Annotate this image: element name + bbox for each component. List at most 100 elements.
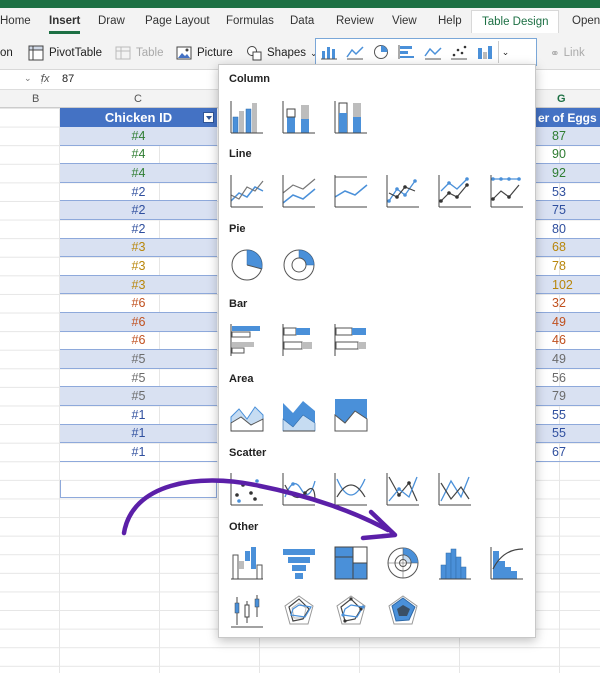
scatter-smooth-icon[interactable] <box>331 469 371 509</box>
stacked-line-markers-icon[interactable] <box>435 171 475 211</box>
stock-icon[interactable] <box>227 591 267 631</box>
table-cell-chicken-id[interactable]: #5 <box>60 369 217 388</box>
table-cell-eggs[interactable]: 80 <box>536 220 600 239</box>
table-cell-eggs[interactable]: 32 <box>536 294 600 313</box>
histogram-icon[interactable] <box>435 543 475 583</box>
table-cell-chicken-id[interactable]: #6 <box>60 294 217 313</box>
stacked-column-icon[interactable] <box>279 97 319 137</box>
percent-line-icon[interactable] <box>331 171 371 211</box>
tab-help[interactable]: Help <box>438 15 462 27</box>
filter-dropdown-icon[interactable] <box>203 112 214 123</box>
table-cell-chicken-id[interactable]: #1 <box>60 424 217 444</box>
link-button[interactable]: ⚭ Link <box>550 43 585 63</box>
column-chart-icon[interactable] <box>316 41 342 63</box>
treemap-icon[interactable] <box>331 543 371 583</box>
tab-data[interactable]: Data <box>290 15 314 27</box>
table-cell-chicken-id[interactable]: #2 <box>60 201 217 220</box>
col-header-c[interactable]: C <box>134 93 142 105</box>
table-cell-chicken-id[interactable]: #1 <box>60 443 217 462</box>
table-header-eggs[interactable]: er of Eggs L <box>536 108 600 127</box>
table-cell-eggs[interactable]: 49 <box>536 350 600 369</box>
table-button[interactable]: Table <box>115 43 164 63</box>
table-cell-chicken-id[interactable]: #5 <box>60 387 217 406</box>
table-cell-eggs[interactable]: 79 <box>536 387 600 406</box>
pie-icon[interactable] <box>227 245 267 285</box>
shapes-button[interactable]: Shapes ⌄ <box>246 43 318 63</box>
table-cell-eggs[interactable]: 78 <box>536 257 600 276</box>
tab-view[interactable]: View <box>392 15 417 27</box>
tab-home[interactable]: Home <box>0 15 31 27</box>
table-cell-eggs[interactable]: 87 <box>536 127 600 146</box>
funnel-icon[interactable] <box>279 543 319 583</box>
scatter-straight-markers-icon[interactable] <box>383 469 423 509</box>
stacked-area-icon[interactable] <box>279 395 319 435</box>
scatter-icon[interactable] <box>227 469 267 509</box>
table-cell-eggs[interactable]: 53 <box>536 183 600 202</box>
clustered-bar-icon[interactable] <box>227 320 267 360</box>
clustered-column-icon[interactable] <box>227 97 267 137</box>
area-icon[interactable] <box>227 395 267 435</box>
doughnut-icon[interactable] <box>279 245 319 285</box>
filled-radar-icon[interactable] <box>383 591 423 631</box>
tab-review[interactable]: Review <box>336 15 374 27</box>
table-cell-chicken-id[interactable]: #4 <box>60 127 217 146</box>
fx-icon[interactable]: fx <box>41 73 50 85</box>
table-cell-chicken-id[interactable]: #6 <box>60 312 217 332</box>
radar-icon[interactable] <box>279 591 319 631</box>
percent-column-icon[interactable] <box>331 97 371 137</box>
formula-value[interactable]: 87 <box>62 73 74 85</box>
table-cell-chicken-id[interactable]: #3 <box>60 257 217 276</box>
tab-insert[interactable]: Insert <box>49 15 81 34</box>
radar-markers-icon[interactable] <box>331 591 371 631</box>
pie-chart-icon[interactable] <box>368 41 394 63</box>
table-cell-eggs[interactable]: 46 <box>536 332 600 351</box>
tab-page-layout[interactable]: Page Layout <box>145 15 210 27</box>
tab-table-design[interactable]: Table Design <box>471 10 560 33</box>
table-cell-eggs[interactable]: 55 <box>536 424 600 444</box>
gallery-expand-chevron-icon[interactable]: ⌄ <box>498 41 512 63</box>
table-cell-chicken-id[interactable]: #3 <box>60 275 217 295</box>
table-cell-chicken-id[interactable]: #3 <box>60 238 217 258</box>
table-cell-eggs[interactable]: 75 <box>536 201 600 220</box>
area-chart-icon[interactable] <box>420 41 446 63</box>
bar-chart-icon[interactable] <box>394 41 420 63</box>
table-cell-chicken-id[interactable]: #6 <box>60 332 217 351</box>
table-cell-eggs[interactable]: 55 <box>536 406 600 425</box>
namebox-chevron-icon[interactable]: ⌄ <box>24 73 32 84</box>
table-cell-chicken-id[interactable]: #2 <box>60 220 217 239</box>
col-header-b[interactable]: B <box>32 93 39 105</box>
scatter-chart-icon[interactable] <box>446 41 472 63</box>
table-cell-eggs[interactable]: 92 <box>536 164 600 183</box>
stacked-bar-icon[interactable] <box>279 320 319 360</box>
table-cell-chicken-id[interactable]: #2 <box>60 183 217 202</box>
tab-draw[interactable]: Draw <box>98 15 125 27</box>
table-header-chicken-id[interactable]: Chicken ID <box>60 108 217 127</box>
table-cell-chicken-id[interactable]: #1 <box>60 406 217 425</box>
pivottable-button[interactable]: PivotTable <box>28 43 102 63</box>
table-cell-eggs[interactable]: 90 <box>536 146 600 165</box>
other-chart-icon[interactable] <box>472 41 498 63</box>
chart-gallery[interactable]: ⌄ <box>315 38 537 66</box>
line-chart-icon[interactable] <box>342 41 368 63</box>
percent-bar-icon[interactable] <box>331 320 371 360</box>
table-cell-eggs[interactable]: 102 <box>536 275 600 295</box>
sunburst-icon[interactable] <box>383 543 423 583</box>
line-markers-icon[interactable] <box>383 171 423 211</box>
tab-formulas[interactable]: Formulas <box>226 15 274 27</box>
line-icon[interactable] <box>227 171 267 211</box>
table-cell-chicken-id[interactable]: #4 <box>60 164 217 183</box>
picture-button[interactable]: Picture <box>176 43 233 63</box>
col-header-g[interactable]: G <box>557 93 566 105</box>
scatter-straight-icon[interactable] <box>435 469 475 509</box>
table-cell-chicken-id[interactable]: #4 <box>60 146 217 165</box>
pareto-icon[interactable] <box>487 543 527 583</box>
table-cell-eggs[interactable]: 56 <box>536 369 600 388</box>
percent-line-markers-icon[interactable] <box>487 171 527 211</box>
tab-open[interactable]: Open <box>572 15 600 27</box>
table-cell-eggs[interactable]: 68 <box>536 238 600 258</box>
stacked-line-icon[interactable] <box>279 171 319 211</box>
table-cell-eggs[interactable]: 49 <box>536 312 600 332</box>
waterfall-icon[interactable] <box>227 543 267 583</box>
table-cell-eggs[interactable]: 67 <box>536 443 600 462</box>
percent-area-icon[interactable] <box>331 395 371 435</box>
